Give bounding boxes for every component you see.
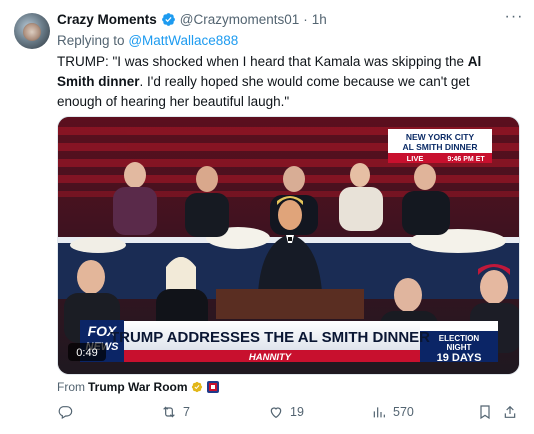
tweet-header: Crazy Moments @Crazymoments01 · 1h <box>57 12 327 27</box>
video-source: From Trump War Room <box>57 380 219 394</box>
election-days: 19 DAYS <box>437 352 482 364</box>
bookmark-icon <box>480 405 490 420</box>
reply-button[interactable] <box>57 404 79 420</box>
bug-live: LIVE <box>407 154 424 163</box>
author-name[interactable]: Crazy Moments <box>57 12 157 27</box>
video-player[interactable]: NEW YORK CITY AL SMITH DINNER LIVE 9:46 … <box>57 116 520 375</box>
duration-text: 0:49 <box>76 347 97 359</box>
show-name: HANNITY <box>249 352 293 363</box>
author-handle[interactable]: @Crazymoments01 <box>180 12 300 27</box>
heart-icon <box>270 407 282 419</box>
bug-line2: AL SMITH DINNER <box>403 142 478 152</box>
view-count: 570 <box>393 405 414 419</box>
retweet-icon <box>163 406 175 418</box>
tweet-text-part1: TRUMP: "I was shocked when I heard that … <box>57 54 468 69</box>
chyron-text: TRUMP ADDRESSES THE AL SMITH DINNER <box>110 329 430 346</box>
like-count: 19 <box>290 405 304 419</box>
election-mid: NIGHT <box>447 343 472 352</box>
bookmark-button[interactable] <box>477 404 493 420</box>
location-bug: NEW YORK CITY AL SMITH DINNER LIVE 9:46 … <box>388 129 492 163</box>
views-button[interactable]: 570 <box>371 404 414 420</box>
views-icon <box>373 407 385 418</box>
retweet-count: 7 <box>183 405 190 419</box>
reply-icon <box>58 406 73 420</box>
more-options-icon[interactable]: ··· <box>504 9 524 28</box>
source-name-link[interactable]: Trump War Room <box>88 380 188 394</box>
flag-emoji-icon <box>206 381 219 393</box>
action-bar: 7 19 570 <box>57 404 522 424</box>
avatar[interactable] <box>14 13 50 49</box>
replying-to: Replying to @MattWallace888 <box>57 33 238 48</box>
retweet-button[interactable]: 7 <box>161 404 190 420</box>
timestamp[interactable]: 1h <box>312 12 327 27</box>
gold-verified-icon <box>191 381 202 393</box>
bug-time: 9:46 PM ET <box>447 156 485 163</box>
election-top: ELECTION <box>439 334 480 343</box>
replying-mention-link[interactable]: @MattWallace888 <box>128 33 238 48</box>
tweet-text: TRUMP: "I was shocked when I heard that … <box>57 52 512 112</box>
like-button[interactable]: 19 <box>268 404 304 420</box>
share-button[interactable] <box>502 404 518 420</box>
source-prefix: From <box>57 380 85 394</box>
separator-dot: · <box>303 12 308 27</box>
bug-line1: NEW YORK CITY <box>406 132 475 142</box>
chyron: FOX NEWS TRUMP ADDRESSES THE AL SMITH DI… <box>80 320 498 364</box>
share-icon <box>504 405 516 418</box>
verified-badge-icon <box>161 13 175 26</box>
video-frame: NEW YORK CITY AL SMITH DINNER LIVE 9:46 … <box>58 117 519 374</box>
replying-prefix: Replying to <box>57 33 125 48</box>
